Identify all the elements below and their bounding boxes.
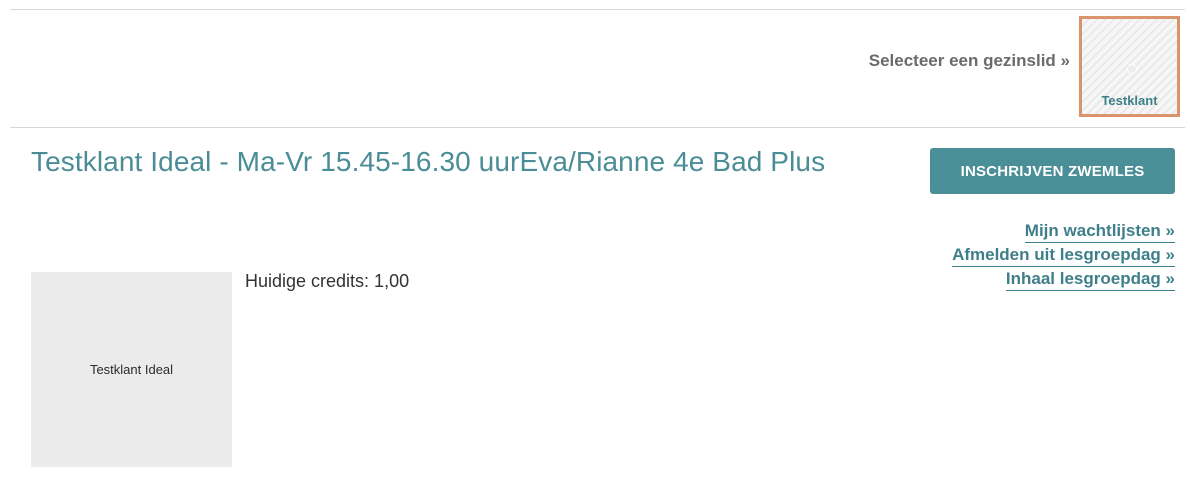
current-credits: Huidige credits: 1,00 [245,271,410,291]
family-member-prompt: Selecteer een gezinslid » [868,51,1070,70]
profile-photo-label: Testklant Ideal [89,362,174,377]
family-member-name: Testklant [1101,93,1158,108]
top-divider [10,9,1185,10]
family-member-card[interactable]: Testklant [1079,16,1180,117]
makeup-lesson-day-link[interactable]: Inhaal lesgroepdag » [1005,267,1175,291]
unsubscribe-lesson-day-link[interactable]: Afmelden uit lesgroepdag » [952,243,1175,267]
profile-photo: Testklant Ideal [31,272,232,467]
action-links: Mijn wachtlijsten » Afmelden uit lesgroe… [952,219,1175,291]
page-title: Testklant Ideal - Ma-Vr 15.45-16.30 uurE… [31,146,826,177]
waitlists-link[interactable]: Mijn wachtlijsten » [1024,219,1175,243]
avatar-icon [1127,64,1137,74]
register-swim-lesson-button[interactable]: INSCHRIJVEN ZWEMLES [930,148,1175,194]
header-divider [10,127,1185,128]
page: Selecteer een gezinslid » Testklant Test… [0,0,1190,481]
